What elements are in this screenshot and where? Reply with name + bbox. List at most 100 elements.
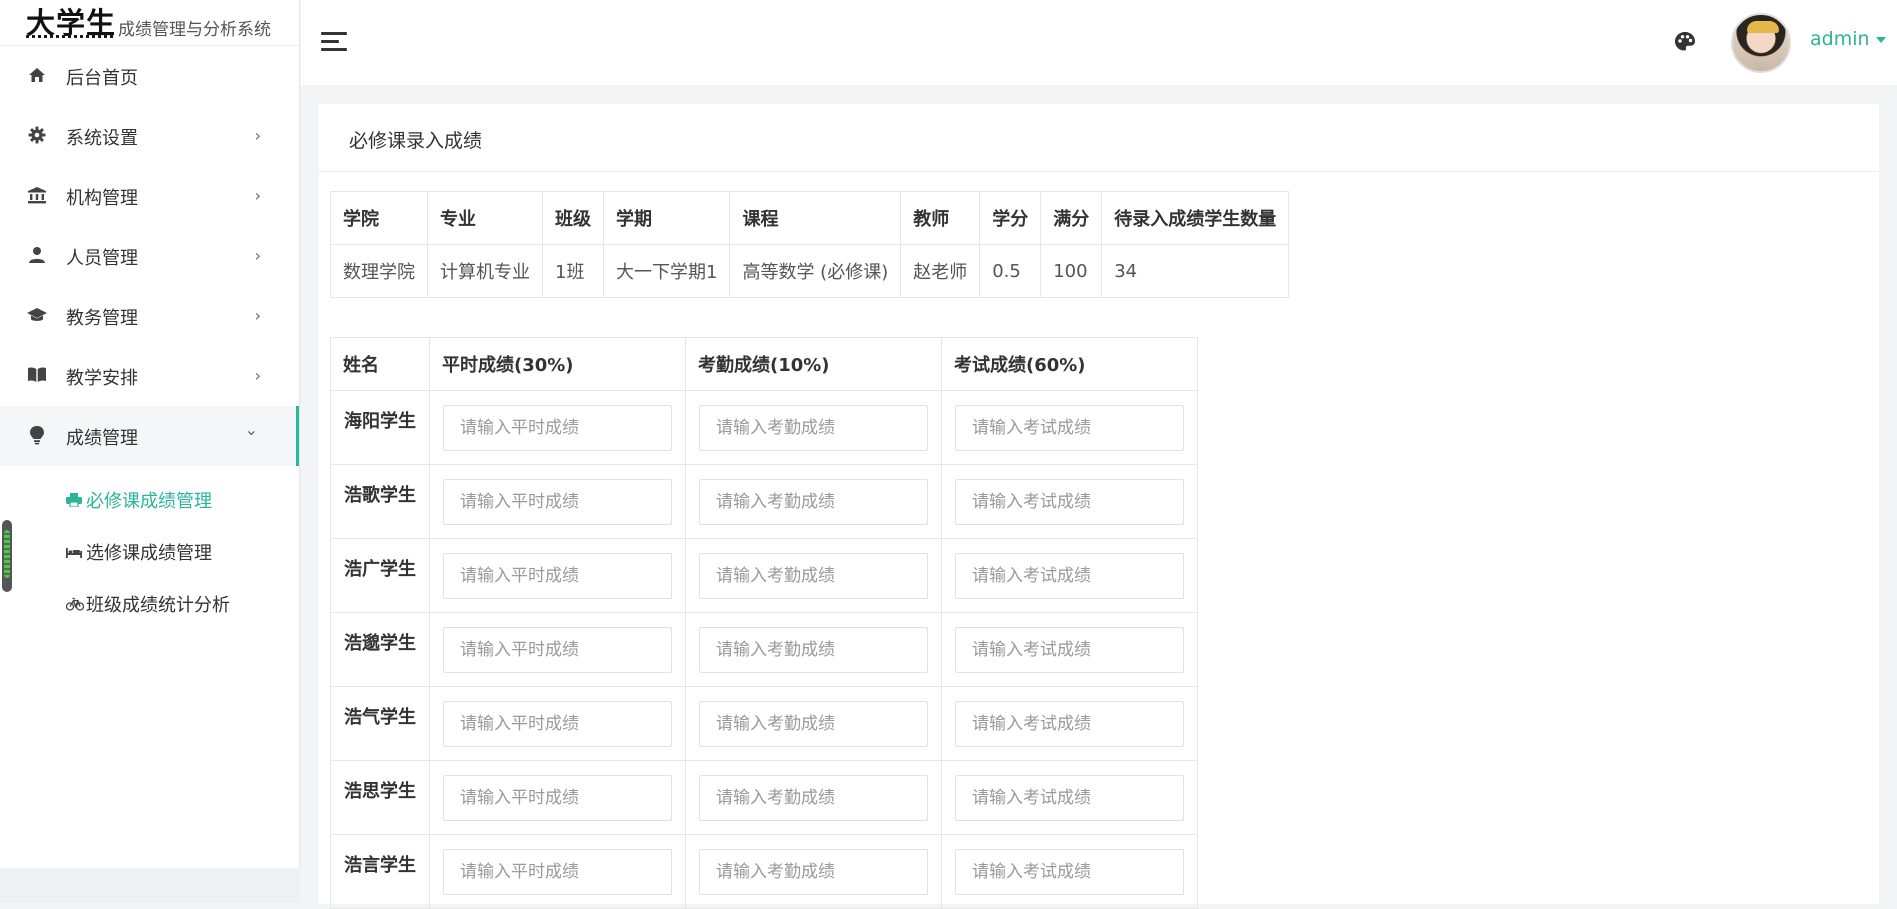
logo[interactable]: 大学生 成绩管理与分析系统 [0,0,300,46]
sidebar-item-label: 教学安排 [66,368,138,389]
username-label: admin [1810,28,1870,50]
table-row: 浩气学生 [330,686,1198,761]
sidebar-item-label: 教务管理 [66,308,138,329]
book-icon [26,364,48,386]
sidebar-item-grade-management[interactable]: 成绩管理 ⌄ [0,406,299,466]
exam-score-input[interactable] [955,478,1184,525]
student-name: 浩气学生 [330,686,430,761]
submenu-item-label: 选修课成绩管理 [86,543,212,564]
exam-score-input[interactable] [955,404,1184,451]
table-cell: 100 [1040,244,1103,298]
column-header: 待录入成绩学生数量 [1101,191,1290,245]
grade-entry-table: 姓名 平时成绩(30%) 考勤成绩(10%) 考试成绩(60%) 海阳学生 浩歌… [330,337,1198,909]
sidebar-item-teaching-schedule[interactable]: 教学安排 › [0,346,299,406]
sidebar-item-institution[interactable]: 机构管理 › [0,166,299,226]
sidebar-item-personnel[interactable]: 人员管理 › [0,226,299,286]
table-cell: 数理学院 [330,244,428,298]
regular-score-input[interactable] [443,700,672,747]
table-row: 浩歌学生 [330,464,1198,539]
logo-subtitle: 成绩管理与分析系统 [118,20,271,40]
student-name: 浩歌学生 [330,464,430,539]
printer-icon [66,493,86,511]
regular-score-input[interactable] [443,774,672,821]
chevron-right-icon: › [254,366,261,385]
chevron-right-icon: › [254,246,261,265]
submenu-item-required-course-grades[interactable]: 必修课成绩管理 [66,487,212,517]
column-header: 满分 [1040,191,1103,245]
submenu-item-elective-course-grades[interactable]: 选修课成绩管理 [66,539,212,569]
column-header: 考勤成绩(10%) [685,337,942,391]
column-header: 平时成绩(30%) [429,337,686,391]
student-name: 海阳学生 [330,390,430,465]
regular-score-input[interactable] [443,552,672,599]
exam-score-input[interactable] [955,774,1184,821]
submenu-item-class-grade-analysis[interactable]: 班级成绩统计分析 [65,591,230,621]
sidebar-item-label: 后台首页 [66,68,138,89]
sidebar-item-dashboard[interactable]: 后台首页 [0,46,299,106]
column-header: 专业 [427,191,543,245]
submenu-item-label: 班级成绩统计分析 [86,595,230,616]
sidebar-scrollbar[interactable] [2,520,12,592]
course-info-table: 学院 专业 班级 学期 课程 教师 学分 满分 待录入成绩学生数量 数理学院 计… [330,191,1290,298]
exam-score-input[interactable] [955,848,1184,895]
institution-icon [26,184,48,206]
column-header: 学院 [330,191,428,245]
student-name: 浩邈学生 [330,612,430,687]
menu-toggle-icon[interactable] [321,32,347,52]
regular-score-input[interactable] [443,626,672,673]
chevron-right-icon: › [254,126,261,145]
column-header: 学分 [979,191,1042,245]
attendance-score-input[interactable] [699,700,928,747]
regular-score-input[interactable] [443,404,672,451]
regular-score-input[interactable] [443,478,672,525]
sidebar-footer [0,868,300,902]
column-header: 课程 [729,191,902,245]
table-header-row: 学院 专业 班级 学期 课程 教师 学分 满分 待录入成绩学生数量 [330,191,1290,245]
table-row: 浩广学生 [330,538,1198,613]
regular-score-input[interactable] [443,848,672,895]
avatar[interactable] [1731,13,1791,73]
student-name: 浩思学生 [330,760,430,835]
main-card: 必修课录入成绩 学院 专业 班级 学期 课程 教师 学分 满分 待录入成绩学生数… [319,104,1879,909]
table-row: 浩言学生 [330,834,1198,909]
table-cell: 大一下学期1 [602,244,731,298]
attendance-score-input[interactable] [699,848,928,895]
sidebar-item-label: 系统设置 [66,128,138,149]
table-cell: 高等数学 (必修课) [729,244,902,298]
table-cell: 0.5 [979,244,1042,298]
exam-score-input[interactable] [955,552,1184,599]
student-name: 浩广学生 [330,538,430,613]
submenu-item-label: 必修课成绩管理 [86,491,212,512]
logo-title: 大学生 [26,6,117,40]
sidebar-item-system-settings[interactable]: 系统设置 › [0,106,299,166]
table-row: 数理学院 计算机专业 1班 大一下学期1 高等数学 (必修课) 赵老师 0.5 … [330,244,1290,298]
bed-icon [66,546,86,562]
sidebar-item-label: 人员管理 [66,248,138,269]
attendance-score-input[interactable] [699,478,928,525]
attendance-score-input[interactable] [699,552,928,599]
palette-icon[interactable] [1673,30,1697,54]
user-menu[interactable]: admin [1810,28,1886,50]
caret-down-icon [1875,36,1886,43]
column-header: 教师 [900,191,981,245]
top-header: admin [301,0,1897,85]
attendance-score-input[interactable] [699,404,928,451]
table-cell: 计算机专业 [427,244,543,298]
sidebar-scrollbar-thumb[interactable] [4,530,10,578]
gear-icon [26,124,48,146]
chevron-down-icon: ⌄ [244,420,258,439]
attendance-score-input[interactable] [699,774,928,821]
column-header: 班级 [542,191,604,245]
column-header: 学期 [602,191,731,245]
bicycle-icon [65,597,86,615]
table-cell: 34 [1101,244,1290,298]
table-row: 海阳学生 [330,390,1198,465]
user-icon [26,244,48,266]
chevron-right-icon: › [254,306,261,325]
table-cell: 1班 [542,244,604,298]
sidebar-item-academic-affairs[interactable]: 教务管理 › [0,286,299,346]
attendance-score-input[interactable] [699,626,928,673]
column-header: 考试成绩(60%) [941,337,1198,391]
exam-score-input[interactable] [955,700,1184,747]
exam-score-input[interactable] [955,626,1184,673]
